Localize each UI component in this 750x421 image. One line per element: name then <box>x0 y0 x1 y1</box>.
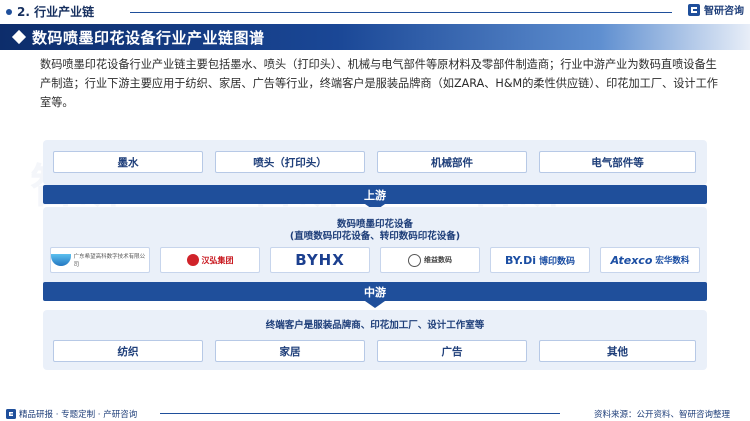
company-logo-atexco: Atexco 宏华数科 <box>600 247 700 273</box>
intro-paragraph: 数码喷墨印花设备行业产业链主要包括墨水、喷头（打印头）、机械与电气部件等原材料及… <box>40 58 718 109</box>
company-logo-hanhong: 汉弘集团 <box>160 247 260 273</box>
footer-logo-icon <box>6 409 16 419</box>
downstream-item-home: 家居 <box>215 340 365 362</box>
midstream-title: 数码喷墨印花设备 <box>336 219 413 230</box>
top-bar: 2. 行业产业链 智研咨询 <box>0 0 750 24</box>
bydi-sub: 博印数码 <box>539 256 576 267</box>
footer-left: 精品研报 · 专题定制 · 产研咨询 <box>6 408 137 420</box>
down-arrow-icon <box>365 301 385 308</box>
section-title-text: 2. 行业产业链 <box>17 5 95 19</box>
bullet-icon <box>6 8 12 15</box>
company-logo-weiye: 维益数码 <box>380 247 480 273</box>
diamond-icon <box>11 29 27 45</box>
hopetech-sub: 广东希望高科数字技术有限公司 <box>73 254 146 268</box>
header-rule <box>130 12 672 13</box>
atexco-sub: 宏华数科 <box>655 256 690 266</box>
weiye-text: 维益数码 <box>424 256 452 264</box>
midstream-subtitle: (直喷数码印花设备、转印数码印花设备) <box>289 231 461 242</box>
footer-tagline: 精品研报 · 专题定制 · 产研咨询 <box>19 410 138 420</box>
downstream-item-advertising: 广告 <box>377 340 527 362</box>
downstream-item-other: 其他 <box>539 340 696 362</box>
atexco-text: Atexco <box>610 253 653 267</box>
title-band: 数码喷墨印花设备行业产业链图谱 <box>0 24 750 50</box>
brand-logo-icon <box>688 3 700 16</box>
hopetech-logo-icon <box>51 254 71 266</box>
downstream-item-textile: 纺织 <box>53 340 203 362</box>
section-title: 2. 行业产业链 <box>6 3 94 20</box>
upstream-item-electrical: 电气部件等 <box>539 151 696 173</box>
industry-chain-diagram: 墨水 喷头（打印头） 机械部件 电气部件等 上游 数码喷墨印花设备 (直喷数码印… <box>43 140 707 395</box>
weiye-logo-icon <box>408 253 421 267</box>
byhx-text: BYHX <box>295 251 345 269</box>
upstream-item-printhead: 喷头（打印头） <box>215 151 365 173</box>
downstream-title: 终端客户是服装品牌商、印花加工厂、设计工作室等 <box>265 320 485 331</box>
company-logo-byhx: BYHX <box>270 247 370 273</box>
hanhong-text: 汉弘集团 <box>201 255 234 265</box>
stage-midstream-bar: 中游 <box>43 282 707 301</box>
hanhong-logo-icon <box>186 254 199 266</box>
company-logo-hopetech: 广东希望高科数字技术有限公司 <box>50 247 150 273</box>
company-logo-bydi: BY.Di 博印数码 <box>490 247 590 273</box>
bydi-text: BY.Di <box>504 253 536 267</box>
brand: 智研咨询 <box>687 2 744 17</box>
footer: 精品研报 · 专题定制 · 产研咨询 资料来源：公开资料、智研咨询整理 <box>0 404 750 421</box>
source-note: 资料来源：公开资料、智研咨询整理 <box>593 410 730 420</box>
footer-rule <box>160 413 560 414</box>
brand-name: 智研咨询 <box>704 6 744 17</box>
upstream-item-mechanical: 机械部件 <box>377 151 527 173</box>
upstream-item-ink: 墨水 <box>53 151 203 173</box>
stage-upstream-bar: 上游 <box>43 185 707 204</box>
page-title: 数码喷墨印花设备行业产业链图谱 <box>32 29 265 47</box>
